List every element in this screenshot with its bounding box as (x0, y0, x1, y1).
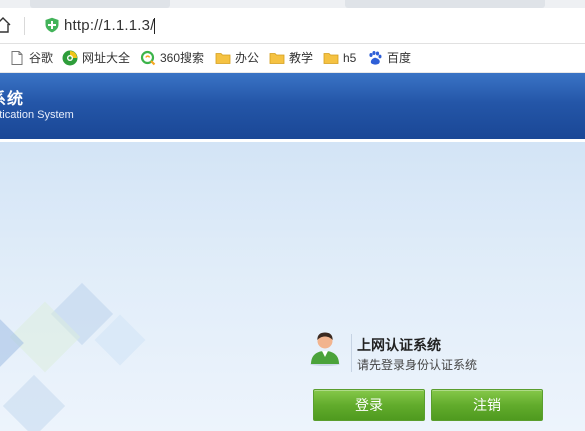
title-separator (351, 334, 352, 372)
360-search-icon (140, 50, 156, 66)
folder-icon (269, 53, 285, 64)
bookmark-folder-teaching[interactable]: 教学 (269, 48, 313, 68)
page-title: 系统 (0, 91, 25, 108)
address-bar: http://1.1.1.3/ (0, 8, 585, 44)
page-icon (11, 51, 23, 65)
bookmark-label: 谷歌 (29, 51, 54, 65)
bookmark-360-search[interactable]: 360搜索 (140, 48, 204, 68)
shield-icon[interactable] (44, 17, 60, 33)
folder-icon (215, 53, 231, 64)
folder-icon (323, 53, 339, 64)
bookmark-label: 网址大全 (82, 51, 131, 65)
bookmark-label: 教学 (289, 51, 314, 65)
site-nav-icon (62, 50, 78, 66)
home-icon[interactable] (0, 15, 11, 35)
login-button[interactable]: 登录 (313, 389, 425, 421)
bookmark-google[interactable]: 谷歌 (9, 48, 53, 68)
text-caret (154, 18, 155, 34)
user-avatar-icon (310, 332, 340, 366)
tab-strip (0, 0, 585, 8)
address-separator (24, 17, 25, 35)
page-subtitle: entication System (0, 109, 74, 121)
bookmark-label: 360搜索 (160, 51, 205, 65)
bookmarks-bar: 谷歌 网址大全 360搜索 办公 教学 h5 百度 (0, 44, 585, 73)
url-input[interactable]: http://1.1.1.3/ (64, 16, 155, 35)
login-panel: 上网认证系统 请先登录身份认证系统 登录 注销 (308, 330, 558, 421)
login-title: 上网认证系统 (357, 337, 441, 353)
browser-tab[interactable] (345, 0, 545, 8)
bookmark-label: 百度 (387, 51, 412, 65)
login-subtitle: 请先登录身份认证系统 (357, 358, 478, 372)
bookmark-label: h5 (343, 51, 357, 65)
decorative-diamond (2, 374, 66, 431)
bookmark-baidu[interactable]: 百度 (367, 48, 411, 68)
bookmark-site-nav[interactable]: 网址大全 (62, 48, 130, 68)
bookmark-folder-office[interactable]: 办公 (215, 48, 259, 68)
browser-tab[interactable] (30, 0, 170, 8)
logout-button[interactable]: 注销 (431, 389, 543, 421)
bookmark-label: 办公 (235, 51, 260, 65)
baidu-paw-icon (369, 51, 382, 65)
decorative-diamond (0, 316, 24, 370)
page-header: 系统 entication System (0, 73, 585, 139)
bookmark-folder-h5[interactable]: h5 (323, 48, 356, 68)
